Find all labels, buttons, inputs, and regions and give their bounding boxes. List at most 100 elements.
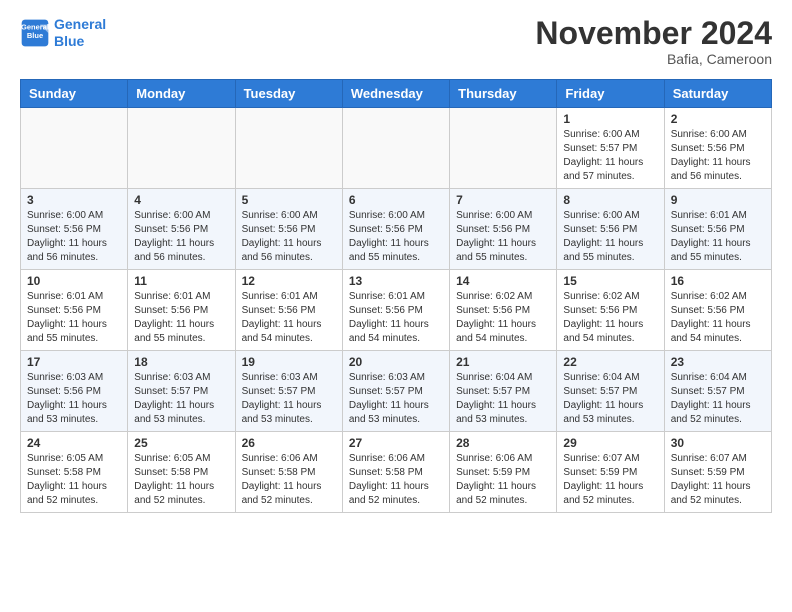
calendar-cell-day-10: 10 Sunrise: 6:01 AM Sunset: 5:56 PM Dayli… (21, 270, 128, 351)
calendar-cell-day-1: 1Sunrise: 6:00 AM Sunset: 5:57 PM Daylig… (557, 108, 664, 189)
calendar-cell-day-16: 16 Sunrise: 6:02 AM Sunset: 5:56 PM Dayli… (664, 270, 771, 351)
calendar-cell-day-25: 25 Sunrise: 6:05 AM Sunset: 5:58 PM Dayli… (128, 432, 235, 513)
day-number-20: 20 (349, 355, 443, 369)
calendar-cell-day-5: 5 Sunrise: 6:00 AM Sunset: 5:56 PM Daylig… (235, 189, 342, 270)
day-number-13: 13 (349, 274, 443, 288)
logo-text: General Blue (54, 16, 106, 50)
day-info-15: Sunrise: 6:02 AM Sunset: 5:56 PM Dayligh… (563, 290, 657, 346)
day-number-10: 10 (27, 274, 121, 288)
calendar-weekday-monday: Monday (128, 80, 235, 108)
day-number-5: 5 (242, 193, 336, 207)
calendar-cell-day-26: 26Sunrise: 6:06 AM Sunset: 5:58 PM Dayli… (235, 432, 342, 513)
logo: General Blue General Blue (20, 16, 106, 50)
day-info-29: Sunrise: 6:07 AM Sunset: 5:59 PM Dayligh… (563, 452, 657, 508)
svg-text:Blue: Blue (27, 31, 43, 40)
day-number-18: 18 (134, 355, 228, 369)
day-number-6: 6 (349, 193, 443, 207)
logo-icon: General Blue (20, 18, 50, 48)
logo-blue: Blue (54, 33, 84, 49)
day-info-24: Sunrise: 6:05 AM Sunset: 5:58 PM Dayligh… (27, 452, 121, 508)
day-number-24: 24 (27, 436, 121, 450)
calendar-week-0: 1Sunrise: 6:00 AM Sunset: 5:57 PM Daylig… (21, 108, 772, 189)
logo-general: General (54, 16, 106, 32)
day-info-23: Sunrise: 6:04 AM Sunset: 5:57 PM Dayligh… (671, 371, 765, 427)
header: General Blue General Blue November 2024 … (20, 16, 772, 67)
calendar-cell-empty (450, 108, 557, 189)
location: Bafia, Cameroon (535, 51, 772, 67)
calendar-weekday-wednesday: Wednesday (342, 80, 449, 108)
calendar-week-2: 10 Sunrise: 6:01 AM Sunset: 5:56 PM Dayli… (21, 270, 772, 351)
day-number-1: 1 (563, 112, 657, 126)
day-number-28: 28 (456, 436, 550, 450)
calendar-week-4: 24 Sunrise: 6:05 AM Sunset: 5:58 PM Dayli… (21, 432, 772, 513)
day-info-18: Sunrise: 6:03 AM Sunset: 5:57 PM Dayligh… (134, 371, 228, 427)
calendar-cell-day-24: 24 Sunrise: 6:05 AM Sunset: 5:58 PM Dayli… (21, 432, 128, 513)
day-info-21: Sunrise: 6:04 AM Sunset: 5:57 PM Dayligh… (456, 371, 550, 427)
day-info-27: Sunrise: 6:06 AM Sunset: 5:58 PM Dayligh… (349, 452, 443, 508)
day-number-7: 7 (456, 193, 550, 207)
calendar-weekday-tuesday: Tuesday (235, 80, 342, 108)
day-number-27: 27 (349, 436, 443, 450)
day-number-15: 15 (563, 274, 657, 288)
day-info-25: Sunrise: 6:05 AM Sunset: 5:58 PM Dayligh… (134, 452, 228, 508)
calendar-cell-day-8: 8 Sunrise: 6:00 AM Sunset: 5:56 PM Daylig… (557, 189, 664, 270)
calendar-cell-empty (128, 108, 235, 189)
day-info-28: Sunrise: 6:06 AM Sunset: 5:59 PM Dayligh… (456, 452, 550, 508)
calendar-cell-day-7: 7 Sunrise: 6:00 AM Sunset: 5:56 PM Daylig… (450, 189, 557, 270)
day-number-14: 14 (456, 274, 550, 288)
calendar-cell-day-30: 30 Sunrise: 6:07 AM Sunset: 5:59 PM Dayli… (664, 432, 771, 513)
page: General Blue General Blue November 2024 … (0, 0, 792, 533)
day-info-4: Sunrise: 6:00 AM Sunset: 5:56 PM Dayligh… (134, 209, 228, 265)
day-number-19: 19 (242, 355, 336, 369)
day-info-20: Sunrise: 6:03 AM Sunset: 5:57 PM Dayligh… (349, 371, 443, 427)
calendar-cell-day-12: 12Sunrise: 6:01 AM Sunset: 5:56 PM Dayli… (235, 270, 342, 351)
day-info-17: Sunrise: 6:03 AM Sunset: 5:56 PM Dayligh… (27, 371, 121, 427)
calendar-cell-day-2: 2Sunrise: 6:00 AM Sunset: 5:56 PM Daylig… (664, 108, 771, 189)
day-info-8: Sunrise: 6:00 AM Sunset: 5:56 PM Dayligh… (563, 209, 657, 265)
calendar-weekday-saturday: Saturday (664, 80, 771, 108)
calendar-cell-day-23: 23 Sunrise: 6:04 AM Sunset: 5:57 PM Dayli… (664, 351, 771, 432)
calendar-cell-day-9: 9Sunrise: 6:01 AM Sunset: 5:56 PM Daylig… (664, 189, 771, 270)
calendar: SundayMondayTuesdayWednesdayThursdayFrid… (20, 79, 772, 513)
day-info-16: Sunrise: 6:02 AM Sunset: 5:56 PM Dayligh… (671, 290, 765, 346)
day-number-26: 26 (242, 436, 336, 450)
calendar-cell-day-20: 20 Sunrise: 6:03 AM Sunset: 5:57 PM Dayli… (342, 351, 449, 432)
day-number-3: 3 (27, 193, 121, 207)
calendar-cell-day-21: 21 Sunrise: 6:04 AM Sunset: 5:57 PM Dayli… (450, 351, 557, 432)
title-block: November 2024 Bafia, Cameroon (535, 16, 772, 67)
day-number-25: 25 (134, 436, 228, 450)
day-info-22: Sunrise: 6:04 AM Sunset: 5:57 PM Dayligh… (563, 371, 657, 427)
day-number-23: 23 (671, 355, 765, 369)
day-info-5: Sunrise: 6:00 AM Sunset: 5:56 PM Dayligh… (242, 209, 336, 265)
day-number-9: 9 (671, 193, 765, 207)
calendar-cell-day-27: 27 Sunrise: 6:06 AM Sunset: 5:58 PM Dayli… (342, 432, 449, 513)
day-info-11: Sunrise: 6:01 AM Sunset: 5:56 PM Dayligh… (134, 290, 228, 346)
day-info-7: Sunrise: 6:00 AM Sunset: 5:56 PM Dayligh… (456, 209, 550, 265)
calendar-cell-day-19: 19 Sunrise: 6:03 AM Sunset: 5:57 PM Dayli… (235, 351, 342, 432)
calendar-cell-day-6: 6Sunrise: 6:00 AM Sunset: 5:56 PM Daylig… (342, 189, 449, 270)
day-info-12: Sunrise: 6:01 AM Sunset: 5:56 PM Dayligh… (242, 290, 336, 346)
day-number-21: 21 (456, 355, 550, 369)
calendar-week-1: 3 Sunrise: 6:00 AM Sunset: 5:56 PM Daylig… (21, 189, 772, 270)
day-number-4: 4 (134, 193, 228, 207)
day-number-8: 8 (563, 193, 657, 207)
day-info-10: Sunrise: 6:01 AM Sunset: 5:56 PM Dayligh… (27, 290, 121, 346)
calendar-cell-day-28: 28 Sunrise: 6:06 AM Sunset: 5:59 PM Dayli… (450, 432, 557, 513)
calendar-cell-day-29: 29Sunrise: 6:07 AM Sunset: 5:59 PM Dayli… (557, 432, 664, 513)
calendar-cell-empty (342, 108, 449, 189)
day-number-30: 30 (671, 436, 765, 450)
day-info-14: Sunrise: 6:02 AM Sunset: 5:56 PM Dayligh… (456, 290, 550, 346)
day-number-11: 11 (134, 274, 228, 288)
calendar-cell-day-17: 17Sunrise: 6:03 AM Sunset: 5:56 PM Dayli… (21, 351, 128, 432)
calendar-cell-day-14: 14 Sunrise: 6:02 AM Sunset: 5:56 PM Dayli… (450, 270, 557, 351)
calendar-weekday-sunday: Sunday (21, 80, 128, 108)
month-title: November 2024 (535, 16, 772, 51)
day-info-19: Sunrise: 6:03 AM Sunset: 5:57 PM Dayligh… (242, 371, 336, 427)
calendar-cell-empty (21, 108, 128, 189)
calendar-cell-day-22: 22 Sunrise: 6:04 AM Sunset: 5:57 PM Dayli… (557, 351, 664, 432)
day-info-30: Sunrise: 6:07 AM Sunset: 5:59 PM Dayligh… (671, 452, 765, 508)
calendar-weekday-friday: Friday (557, 80, 664, 108)
calendar-week-3: 17Sunrise: 6:03 AM Sunset: 5:56 PM Dayli… (21, 351, 772, 432)
day-number-16: 16 (671, 274, 765, 288)
day-number-22: 22 (563, 355, 657, 369)
